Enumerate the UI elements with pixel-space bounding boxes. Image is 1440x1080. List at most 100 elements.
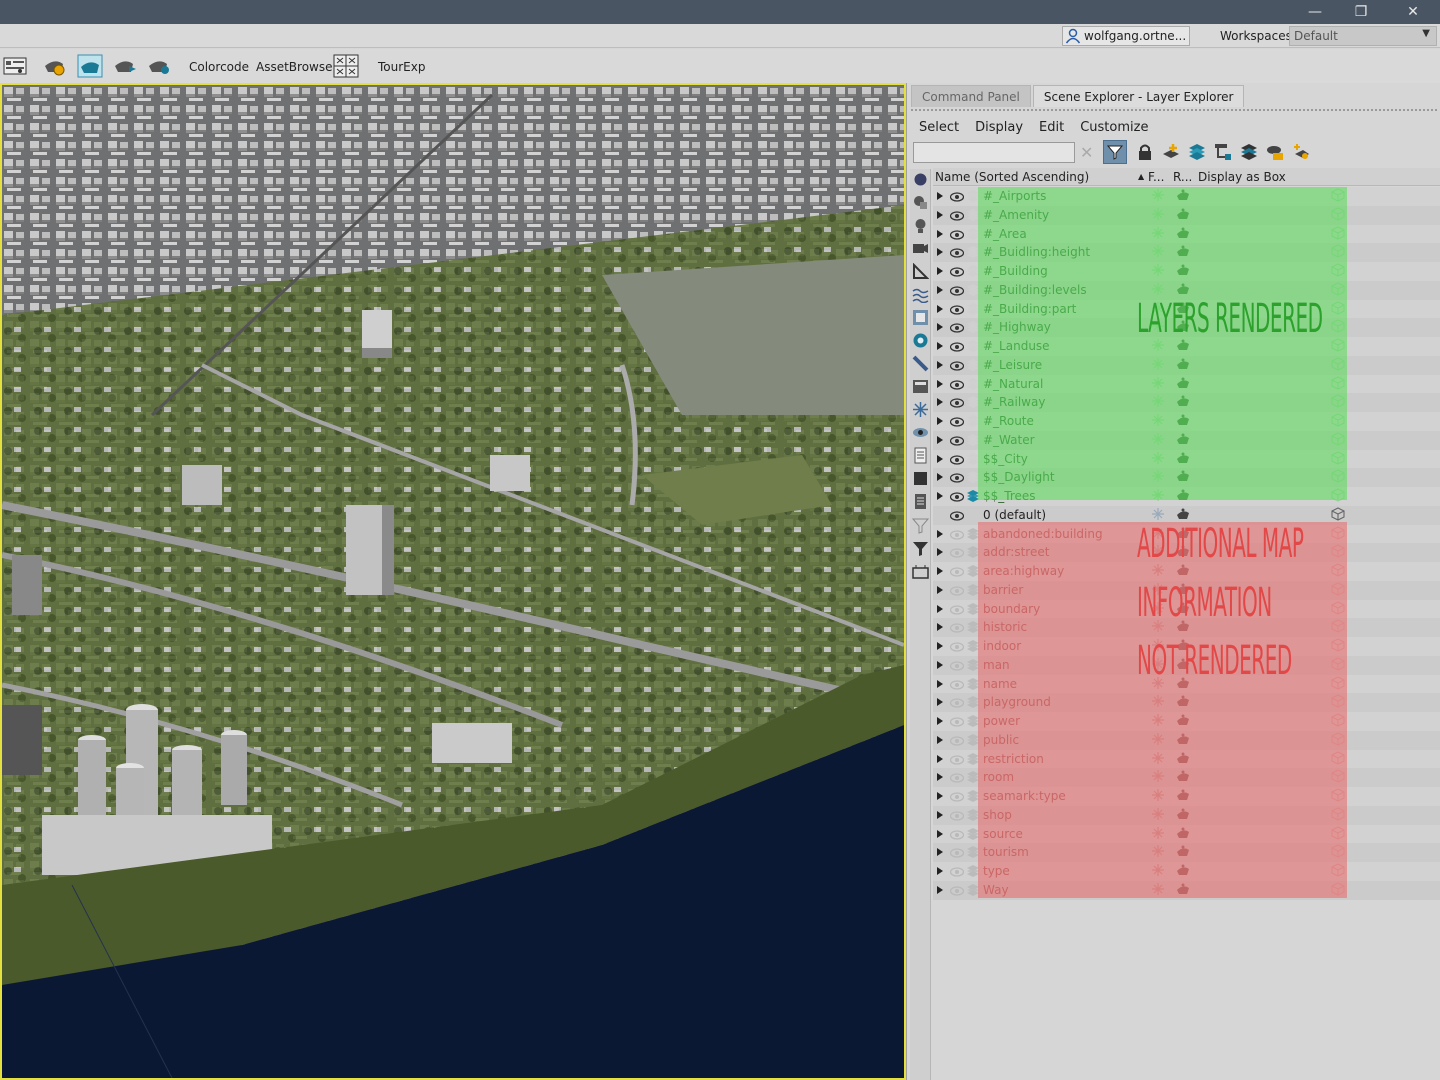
visibility-eye-icon[interactable] — [949, 566, 965, 577]
render-teapot-icon[interactable] — [1175, 207, 1191, 221]
hidden-filter-icon[interactable] — [912, 424, 929, 441]
freeze-icon[interactable] — [1151, 732, 1165, 746]
expand-arrow-icon[interactable] — [937, 473, 943, 482]
visibility-eye-icon[interactable] — [949, 829, 965, 840]
visibility-eye-icon[interactable] — [949, 435, 965, 446]
freeze-icon[interactable] — [1151, 263, 1165, 277]
freeze-icon[interactable] — [1151, 769, 1165, 783]
expand-arrow-icon[interactable] — [937, 248, 943, 257]
visibility-eye-icon[interactable] — [949, 397, 965, 408]
display-as-box-icon[interactable] — [1331, 525, 1345, 540]
bones-filter-icon[interactable] — [912, 355, 929, 372]
lock-button[interactable] — [1133, 140, 1157, 164]
freeze-icon[interactable] — [1151, 394, 1165, 408]
render-teapot-icon[interactable] — [1175, 694, 1191, 708]
display-as-box-icon[interactable] — [1331, 713, 1345, 727]
visibility-eye-icon[interactable] — [949, 210, 965, 221]
visibility-eye-icon[interactable] — [949, 247, 965, 258]
visibility-eye-icon[interactable] — [949, 660, 965, 671]
visibility-eye-icon[interactable] — [949, 547, 965, 558]
display-as-box-icon[interactable] — [1331, 338, 1345, 352]
freeze-icon[interactable] — [1151, 244, 1165, 258]
freeze-icon[interactable] — [1151, 788, 1165, 802]
freeze-icon[interactable] — [1151, 451, 1165, 465]
render-teapot-icon[interactable] — [1175, 732, 1191, 746]
display-as-box-icon[interactable] — [1331, 769, 1345, 783]
render-teapot-icon[interactable] — [1175, 713, 1191, 727]
close-button[interactable]: ✕ — [1390, 0, 1436, 24]
expand-arrow-icon[interactable] — [937, 585, 943, 594]
layer-row[interactable]: shop — [933, 805, 1440, 825]
display-as-box-icon[interactable] — [1331, 694, 1345, 708]
render-teapot-icon[interactable] — [1175, 826, 1191, 840]
render-teapot-icon[interactable] — [1175, 844, 1191, 858]
tab-scene-explorer[interactable]: Scene Explorer - Layer Explorer — [1032, 85, 1245, 107]
render-teapot-icon[interactable] — [1175, 244, 1191, 258]
visibility-eye-icon[interactable] — [949, 491, 965, 502]
freeze-icon[interactable] — [1151, 826, 1165, 840]
layer-row[interactable]: #_Amenity — [933, 205, 1440, 225]
freeze-icon[interactable] — [1151, 488, 1165, 502]
visibility-eye-icon[interactable] — [949, 191, 965, 202]
expand-arrow-icon[interactable] — [937, 379, 943, 388]
display-as-box-icon[interactable] — [1331, 582, 1345, 596]
expand-arrow-icon[interactable] — [937, 810, 943, 819]
expand-arrow-icon[interactable] — [937, 229, 943, 238]
expand-arrow-icon[interactable] — [937, 435, 943, 444]
menu-edit[interactable]: Edit — [1031, 119, 1072, 137]
layer-row[interactable]: Way — [933, 880, 1440, 900]
layer-row[interactable]: #_Airports — [933, 187, 1440, 206]
expand-arrow-icon[interactable] — [937, 623, 943, 632]
render-teapot-icon[interactable] — [1175, 376, 1191, 390]
assetbrowser-button[interactable]: AssetBrowser — [256, 60, 337, 74]
minimize-button[interactable]: — — [1292, 0, 1338, 24]
display-as-box-icon[interactable] — [1331, 188, 1345, 202]
render-setup-icon[interactable] — [42, 54, 68, 78]
render-teapot-icon[interactable] — [1175, 751, 1191, 765]
containers-filter-icon[interactable] — [912, 378, 929, 395]
visibility-eye-icon[interactable] — [949, 622, 965, 633]
funnel-icon[interactable] — [912, 540, 929, 557]
render-teapot-icon[interactable] — [1175, 413, 1191, 427]
visibility-eye-icon[interactable] — [949, 735, 965, 746]
visibility-eye-icon[interactable] — [949, 604, 965, 615]
expand-arrow-icon[interactable] — [937, 285, 943, 294]
freeze-icon[interactable] — [1151, 751, 1165, 765]
expand-arrow-icon[interactable] — [937, 567, 943, 575]
display-as-box-icon[interactable] — [1331, 844, 1345, 858]
expand-arrow-icon[interactable] — [937, 267, 943, 275]
expand-arrow-icon[interactable] — [937, 698, 943, 707]
restore-button[interactable]: ❐ — [1338, 0, 1384, 24]
column-name[interactable]: Name (Sorted Ascending) — [935, 170, 1089, 184]
expand-arrow-icon[interactable] — [937, 642, 943, 650]
render-teapot-icon[interactable] — [1175, 188, 1191, 202]
new-layer-button[interactable] — [1159, 140, 1183, 164]
render-teapot-icon[interactable] — [1175, 451, 1191, 465]
visibility-eye-icon[interactable] — [949, 529, 965, 540]
visibility-eye-icon[interactable] — [949, 322, 965, 333]
layer-stack-button[interactable] — [1237, 140, 1261, 164]
freeze-icon[interactable] — [1151, 376, 1165, 390]
display-as-box-icon[interactable] — [1331, 638, 1345, 652]
freeze-icon[interactable] — [1151, 863, 1165, 877]
expand-arrow-icon[interactable] — [937, 754, 943, 763]
visibility-eye-icon[interactable] — [949, 510, 965, 521]
render-teapot-icon[interactable] — [1175, 432, 1191, 446]
render-teapot-icon[interactable] — [1175, 507, 1191, 521]
visibility-eye-icon[interactable] — [949, 360, 965, 371]
layer-row[interactable]: #_Buidling:height — [933, 243, 1440, 262]
render-teapot-icon[interactable] — [1175, 394, 1191, 408]
visibility-eye-icon[interactable] — [949, 716, 965, 727]
freeze-icon[interactable] — [1151, 882, 1165, 896]
display-as-box-icon[interactable] — [1331, 300, 1345, 315]
display-as-box-icon[interactable] — [1331, 225, 1345, 240]
visibility-eye-icon[interactable] — [949, 585, 965, 596]
layer-row[interactable]: #_Area — [933, 224, 1440, 244]
expand-arrow-icon[interactable] — [937, 660, 943, 669]
display-as-box-icon[interactable] — [1331, 263, 1345, 277]
expand-arrow-icon[interactable] — [937, 360, 943, 369]
expand-arrow-icon[interactable] — [937, 323, 943, 332]
layer-row[interactable]: #_Natural — [933, 374, 1440, 394]
search-input[interactable] — [913, 142, 1075, 163]
layer-row[interactable]: tourism — [933, 843, 1440, 862]
